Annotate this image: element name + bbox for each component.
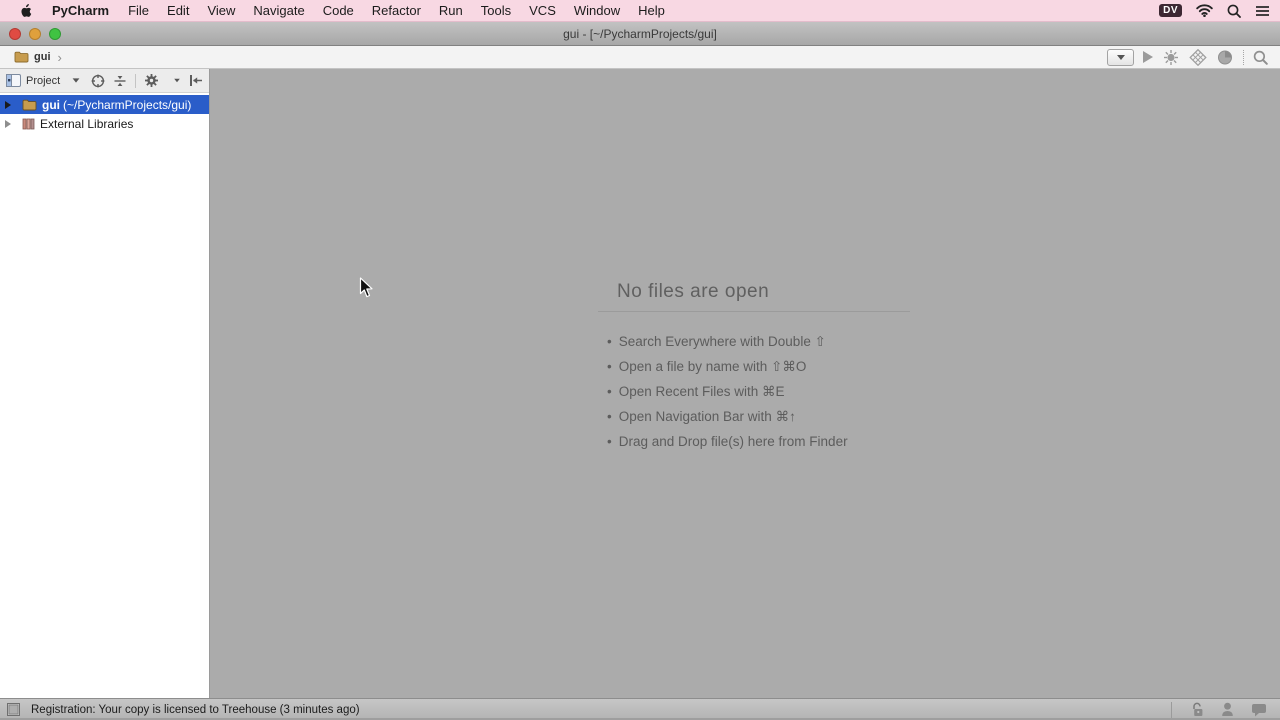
menu-navigate[interactable]: Navigate bbox=[244, 0, 313, 21]
menu-refactor[interactable]: Refactor bbox=[363, 0, 430, 21]
project-panel-title[interactable]: Project bbox=[26, 75, 60, 87]
project-tool-window: Project bbox=[0, 69, 210, 698]
window-title-bar: gui - [~/PycharmProjects/gui] bbox=[0, 22, 1280, 46]
tree-row-project-root[interactable]: gui (~/PycharmProjects/gui) bbox=[0, 95, 209, 114]
menu-view[interactable]: View bbox=[198, 0, 244, 21]
menu-vcs[interactable]: VCS bbox=[520, 0, 565, 21]
status-message: Registration: Your copy is licensed to T… bbox=[31, 704, 360, 716]
navigation-bar: gui › bbox=[0, 46, 1280, 69]
status-bar: Registration: Your copy is licensed to T… bbox=[0, 698, 1280, 720]
project-folder-icon bbox=[22, 99, 37, 111]
menu-window[interactable]: Window bbox=[565, 0, 629, 21]
spotlight-search-icon[interactable] bbox=[1227, 4, 1241, 18]
empty-state-title: No files are open bbox=[598, 281, 910, 312]
tip-item: Drag and Drop file(s) here from Finder bbox=[607, 429, 910, 454]
breadcrumb[interactable]: gui › bbox=[14, 50, 62, 65]
input-source-badge[interactable]: DV bbox=[1159, 4, 1182, 17]
debug-button[interactable] bbox=[1162, 49, 1180, 66]
gear-dropdown-caret-icon bbox=[174, 79, 180, 83]
project-tree: gui (~/PycharmProjects/gui) External Lib… bbox=[0, 93, 209, 133]
profiler-button[interactable] bbox=[1216, 49, 1234, 66]
tree-node-name[interactable]: External Libraries bbox=[40, 117, 133, 131]
menu-tools[interactable]: Tools bbox=[472, 0, 520, 21]
project-panel-header: Project bbox=[0, 69, 209, 93]
empty-editor-hints: No files are open Search Everywhere with… bbox=[598, 281, 910, 454]
search-everywhere-icon[interactable] bbox=[1253, 50, 1268, 65]
menu-run[interactable]: Run bbox=[430, 0, 472, 21]
tip-item: Open Recent Files with ⌘E bbox=[607, 379, 910, 404]
apple-icon bbox=[20, 4, 32, 18]
notification-center-icon[interactable] bbox=[1255, 5, 1270, 17]
wifi-icon[interactable] bbox=[1196, 4, 1213, 17]
macos-menu-bar: PyCharm File Edit View Navigate Code Ref… bbox=[0, 0, 1280, 22]
apple-menu[interactable] bbox=[10, 4, 42, 18]
breadcrumb-project-name[interactable]: gui bbox=[34, 51, 51, 63]
panel-toolbar-separator bbox=[135, 74, 136, 88]
menu-code[interactable]: Code bbox=[314, 0, 363, 21]
toolwindow-switcher-icon[interactable] bbox=[7, 703, 20, 716]
tree-node-path: (~/PycharmProjects/gui) bbox=[63, 98, 191, 112]
run-configuration-dropdown[interactable] bbox=[1107, 49, 1134, 66]
statusbar-separator bbox=[1171, 702, 1172, 718]
project-view-dropdown-icon[interactable] bbox=[73, 78, 80, 82]
window-title: gui - [~/PycharmProjects/gui] bbox=[0, 27, 1280, 41]
breadcrumb-chevron-icon: › bbox=[58, 50, 62, 65]
settings-gear-icon[interactable] bbox=[144, 73, 181, 88]
tip-item: Search Everywhere with Double ⇧ bbox=[607, 329, 910, 354]
expand-arrow-icon[interactable] bbox=[5, 120, 11, 128]
tips-list: Search Everywhere with Double ⇧ Open a f… bbox=[598, 329, 910, 454]
libraries-icon bbox=[22, 118, 35, 130]
chevron-down-icon bbox=[1117, 55, 1125, 60]
run-button[interactable] bbox=[1143, 51, 1153, 63]
menu-help[interactable]: Help bbox=[629, 0, 674, 21]
locate-file-icon[interactable] bbox=[91, 74, 105, 88]
tip-item: Open Navigation Bar with ⌘↑ bbox=[607, 404, 910, 429]
editor-area: No files are open Search Everywhere with… bbox=[210, 69, 1280, 698]
project-view-icon bbox=[6, 74, 21, 87]
menu-edit[interactable]: Edit bbox=[158, 0, 198, 21]
expand-arrow-icon[interactable] bbox=[5, 101, 11, 109]
tree-row-external-libraries[interactable]: External Libraries bbox=[0, 114, 209, 133]
lock-icon[interactable] bbox=[1191, 702, 1204, 717]
collapse-all-icon[interactable] bbox=[113, 74, 127, 88]
inspections-profile-icon[interactable] bbox=[1221, 702, 1234, 717]
menu-app-pycharm[interactable]: PyCharm bbox=[42, 0, 119, 21]
tree-node-name[interactable]: gui bbox=[42, 98, 60, 112]
coverage-button[interactable] bbox=[1189, 49, 1207, 66]
toolbar-separator bbox=[1243, 50, 1244, 65]
folder-icon bbox=[14, 51, 29, 63]
event-log-bubble-icon[interactable] bbox=[1251, 703, 1267, 717]
tip-item: Open a file by name with ⇧⌘O bbox=[607, 354, 910, 379]
hide-panel-icon[interactable] bbox=[189, 74, 203, 87]
menu-file[interactable]: File bbox=[119, 0, 158, 21]
